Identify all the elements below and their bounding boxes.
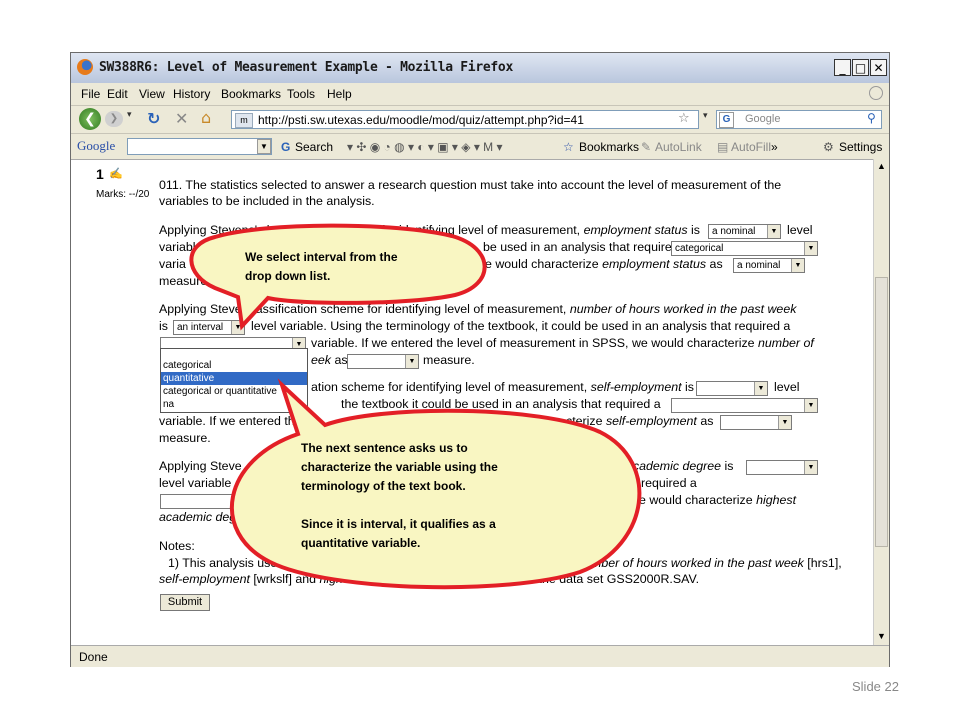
top-callout-line2: drop down list. (245, 269, 331, 283)
callout-shapes (189, 223, 642, 590)
bottom-callout-line3: terminology of the text book. (301, 479, 466, 493)
bottom-callout-line5: quantitative variable. (301, 536, 421, 550)
bottom-callout-line1: The next sentence asks us to (301, 441, 468, 455)
top-callout-line1: We select interval from the (245, 250, 398, 264)
bottom-callout-line2: characterize the variable using the (301, 460, 498, 474)
bottom-callout-line4: Since it is interval, it qualifies as a (301, 517, 496, 531)
slide-number: Slide 22 (852, 679, 899, 694)
top-callout-bubble (189, 223, 487, 331)
